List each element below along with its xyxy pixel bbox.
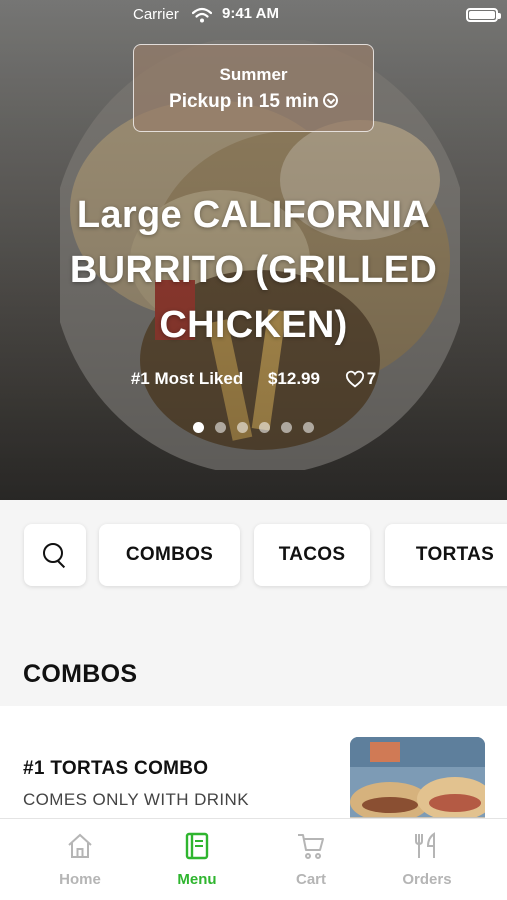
hero-price: $12.99 (267, 368, 320, 388)
pickup-eta-row: Pickup in 15 min (134, 91, 373, 113)
tab-cart-label: Cart (295, 871, 326, 888)
carousel-dot[interactable] (193, 422, 204, 433)
carousel-dot[interactable] (281, 422, 292, 433)
pickup-selector[interactable]: Summer Pickup in 15 min (133, 44, 374, 132)
menu-icon (185, 832, 209, 860)
chevron-down-icon (322, 93, 338, 108)
tab-home[interactable]: Home (20, 819, 140, 900)
category-tacos[interactable]: TACOS (254, 524, 370, 586)
carrier-label: Carrier (133, 6, 179, 23)
tab-orders[interactable]: Orders (367, 819, 487, 900)
most-liked-badge: #1 Most Liked (130, 368, 244, 388)
hero-title: Large CALIFORNIA BURRITO (GRILLED CHICKE… (69, 194, 438, 346)
carousel-dot[interactable] (215, 422, 226, 433)
carousel-dot[interactable] (259, 422, 270, 433)
tab-orders-label: Orders (402, 871, 452, 888)
menu-item-name: #1 TORTAS COMBO (23, 758, 209, 779)
likes[interactable]: 7 (345, 368, 376, 389)
carousel-dot[interactable] (237, 422, 248, 433)
hero-meta: #1 Most Liked $12.99 7 (0, 368, 507, 389)
heart-icon (345, 370, 364, 388)
clock: 9:41 AM (222, 5, 279, 22)
orders-icon (415, 832, 435, 858)
search-button[interactable] (24, 524, 86, 586)
pickup-location: Summer (219, 65, 288, 84)
pickup-eta: Pickup in 15 min (169, 91, 319, 112)
tab-menu-label: Menu (177, 871, 217, 888)
carousel-dot[interactable] (303, 422, 314, 433)
category-bar: COMBOS TACOS TORTAS (0, 500, 507, 610)
carousel-dots[interactable] (0, 422, 507, 433)
tab-home-label: Home (59, 871, 101, 888)
menu-item-image (350, 737, 485, 827)
likes-count: 7 (366, 368, 377, 388)
menu-item[interactable]: #1 TORTAS COMBO COMES ONLY WITH DRINK (0, 706, 507, 827)
menu-item-description: COMES ONLY WITH DRINK (23, 790, 249, 809)
tab-menu[interactable]: Menu (137, 819, 257, 900)
cart-icon (298, 834, 324, 859)
battery-icon (466, 8, 501, 22)
section-title: COMBOS (23, 660, 138, 688)
category-combos[interactable]: COMBOS (99, 524, 240, 586)
category-tortas[interactable]: TORTAS (385, 524, 507, 586)
status-bar: Carrier 9:41 AM (0, 0, 507, 30)
search-icon (43, 543, 67, 567)
tab-bar: Home Menu Cart Orders (0, 818, 507, 900)
tab-cart[interactable]: Cart (251, 819, 371, 900)
wifi-icon (192, 7, 212, 23)
home-icon (68, 833, 92, 858)
